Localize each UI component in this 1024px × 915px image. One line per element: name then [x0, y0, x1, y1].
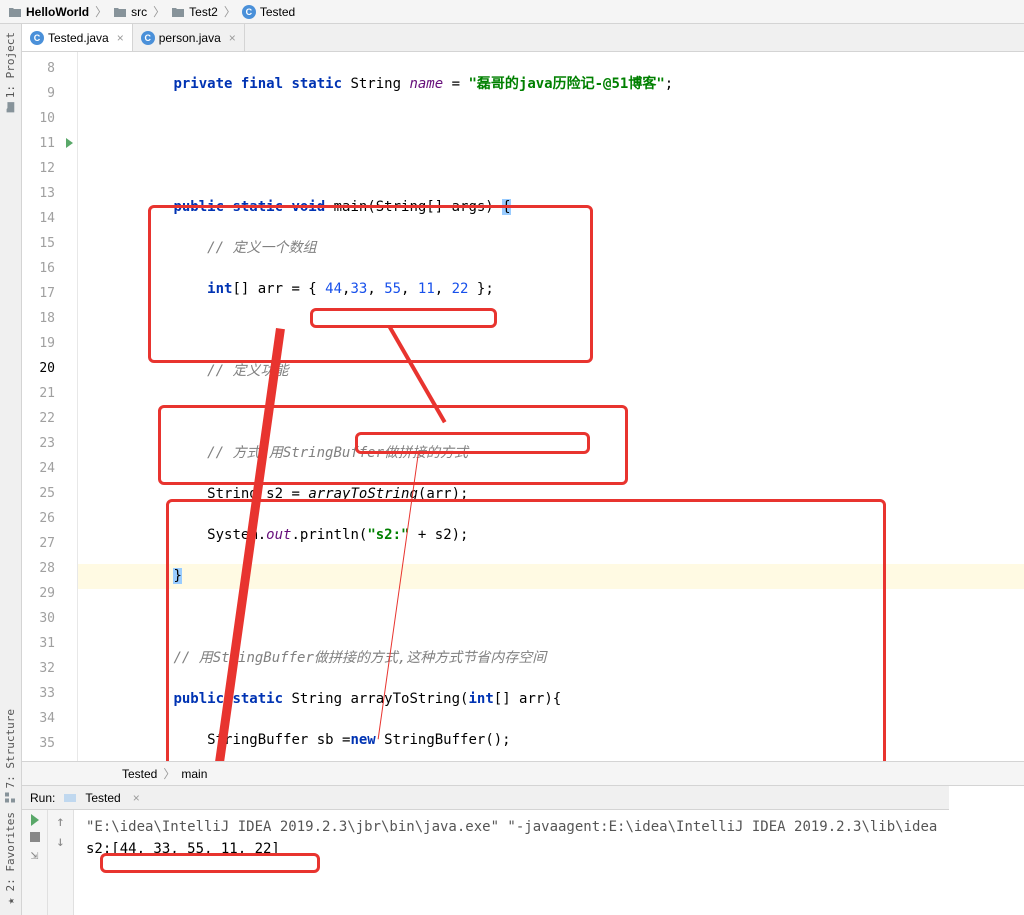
bc-project[interactable]: HelloWorld: [26, 5, 89, 19]
bc-class[interactable]: Tested: [122, 767, 157, 781]
code-editor[interactable]: 8910 11 121314 151617 1819 20 212223 242…: [22, 52, 1024, 761]
tab-label: Tested.java: [48, 31, 109, 45]
run-gutter-icon[interactable]: [66, 138, 73, 148]
folder-icon: [8, 6, 22, 18]
run-config-icon: [63, 791, 77, 805]
code-breadcrumb: Tested 〉 main: [22, 761, 1024, 785]
code-body[interactable]: private final static String name = "磊哥的j…: [78, 52, 1024, 761]
run-nav: ↑ ↓: [48, 810, 74, 915]
tab-person[interactable]: C person.java ×: [133, 24, 245, 51]
bc-class[interactable]: Tested: [260, 5, 295, 19]
run-header: Run: Tested ×: [22, 786, 949, 810]
folder-icon: [171, 6, 185, 18]
down-arrow[interactable]: ↓: [56, 834, 64, 850]
tab-label: person.java: [159, 31, 221, 45]
class-icon: C: [242, 5, 256, 19]
up-arrow[interactable]: ↑: [56, 814, 64, 830]
favorites-tool[interactable]: ★2: Favorites: [4, 808, 17, 911]
close-icon[interactable]: ×: [229, 31, 236, 45]
close-icon[interactable]: ×: [133, 791, 140, 805]
folder-icon: [113, 6, 127, 18]
chevron-icon: 〉: [95, 3, 107, 20]
run-controls: ⇲: [22, 810, 48, 915]
chevron-icon: 〉: [224, 3, 236, 20]
tab-tested[interactable]: C Tested.java ×: [22, 24, 133, 51]
chevron-icon: 〉: [153, 3, 165, 20]
gutter: 8910 11 121314 151617 1819 20 212223 242…: [22, 52, 78, 761]
bc-pkg[interactable]: Test2: [189, 5, 218, 19]
run-config[interactable]: Tested: [85, 791, 120, 805]
project-tool[interactable]: 1: Project: [4, 28, 17, 117]
breadcrumb: HelloWorld 〉 src 〉 Test2 〉 C Tested: [0, 0, 1024, 24]
bc-method[interactable]: main: [181, 767, 207, 781]
run-button[interactable]: [31, 814, 39, 826]
left-toolbar: 1: Project 7: Structure ★2: Favorites: [0, 24, 22, 915]
stop-button[interactable]: [30, 832, 40, 842]
run-panel: Run: Tested × ⇲ ↑ ↓ "E:\idea\Intell: [22, 785, 1024, 915]
class-icon: C: [141, 31, 155, 45]
editor-tabs: C Tested.java × C person.java ×: [22, 24, 1024, 52]
close-icon[interactable]: ×: [117, 31, 124, 45]
structure-tool[interactable]: 7: Structure: [4, 705, 17, 807]
bc-src[interactable]: src: [131, 5, 147, 19]
class-icon: C: [30, 31, 44, 45]
exit-button[interactable]: ⇲: [31, 848, 39, 863]
console-output[interactable]: "E:\idea\IntelliJ IDEA 2019.2.3\jbr\bin\…: [74, 810, 949, 915]
run-label: Run:: [30, 791, 55, 805]
